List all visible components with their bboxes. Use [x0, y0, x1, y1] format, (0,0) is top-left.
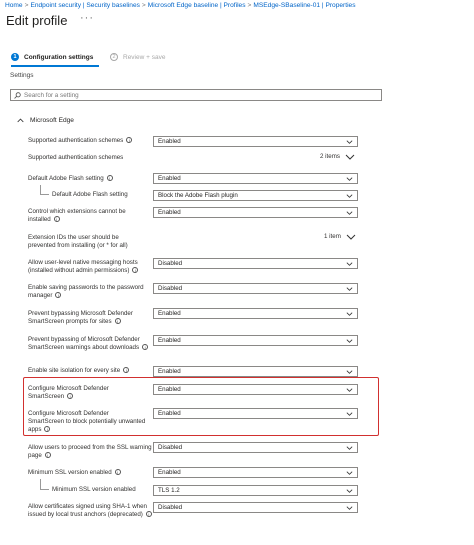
setting-dropdown[interactable]: Enabled: [153, 467, 358, 478]
chevron-down-icon: [346, 262, 353, 266]
setting-dropdown[interactable]: Enabled: [153, 366, 358, 377]
chevron-down-icon: [346, 211, 353, 215]
breadcrumb-separator: >: [24, 2, 29, 9]
chevron-down-icon: [346, 177, 353, 181]
items-expander[interactable]: 1 item: [324, 233, 356, 240]
setting-label: Prevent bypassing Microsoft Defender Sma…: [28, 310, 133, 325]
chevron-down-icon: [345, 154, 355, 160]
breadcrumb-edge-baseline-profiles[interactable]: Microsoft Edge baseline | Profiles: [148, 2, 246, 9]
info-icon[interactable]: i: [44, 452, 51, 459]
setting-dropdown[interactable]: Disabled: [153, 442, 358, 453]
setting-label: Minimum SSL version enabled i: [28, 469, 152, 477]
step-configuration-settings[interactable]: 1 Configuration settings: [11, 53, 93, 61]
chevron-down-icon: [346, 140, 353, 144]
setting-label: Control which extensions cannot be insta…: [28, 208, 126, 223]
step-review-save[interactable]: 2 Review + save: [110, 53, 165, 61]
search-icon: [14, 91, 21, 99]
setting-label: Supported authentication schemes: [28, 154, 124, 161]
setting-label: Prevent bypassing of Microsoft Defender …: [28, 336, 150, 352]
breadcrumb-security-baselines[interactable]: Endpoint security | Security baselines: [30, 2, 139, 9]
more-options-button[interactable]: ···: [80, 12, 94, 24]
setting-dropdown[interactable]: Enabled: [153, 384, 358, 395]
setting-label: Enable saving passwords to the password …: [28, 284, 144, 299]
section-title: Microsoft Edge: [30, 117, 74, 124]
chevron-down-icon: [346, 388, 353, 392]
setting-label: Default Adobe Flash setting: [52, 191, 128, 198]
step-number: 2: [110, 53, 118, 61]
setting-label: Configure Microsoft Defender SmartScreen…: [28, 410, 146, 433]
setting-dropdown[interactable]: Enabled: [153, 136, 358, 147]
info-icon[interactable]: i: [145, 511, 152, 518]
setting-label: Configure Microsoft Defender SmartScreen…: [28, 385, 109, 400]
info-icon[interactable]: i: [142, 344, 149, 351]
chevron-down-icon: [346, 506, 353, 510]
setting-dropdown[interactable]: Enabled: [153, 408, 358, 419]
child-connector: [40, 479, 49, 490]
child-connector: [40, 185, 49, 195]
breadcrumb-separator: >: [247, 2, 252, 9]
setting-dropdown[interactable]: Disabled: [153, 258, 358, 269]
info-icon[interactable]: i: [53, 216, 60, 223]
breadcrumb: Home > Endpoint security | Security baseli…: [5, 2, 356, 9]
chevron-down-icon: [346, 312, 353, 316]
breadcrumb-home[interactable]: Home: [5, 2, 23, 9]
items-expander[interactable]: 2 items: [320, 153, 355, 160]
setting-label: Allow users to proceed from the SSL warn…: [28, 444, 152, 459]
chevron-down-icon: [346, 234, 356, 240]
setting-dropdown[interactable]: Disabled: [153, 283, 358, 294]
info-icon[interactable]: i: [132, 267, 139, 274]
page-title: Edit profile: [6, 13, 68, 28]
setting-dropdown[interactable]: Block the Adobe Flash plugin: [153, 190, 358, 201]
info-icon[interactable]: i: [123, 367, 130, 374]
chevron-down-icon: [346, 471, 353, 475]
setting-label: Enable site isolation for every site i: [28, 367, 152, 375]
step-number: 1: [11, 53, 19, 61]
setting-label: Extension IDs the user should be prevent…: [28, 234, 128, 249]
info-icon[interactable]: i: [114, 469, 121, 476]
setting-label: Supported authentication schemes i: [28, 137, 148, 145]
info-icon[interactable]: i: [114, 318, 121, 325]
info-icon[interactable]: i: [44, 426, 51, 433]
setting-label: Allow user-level native messaging hosts …: [28, 259, 139, 274]
setting-label: Default Adobe Flash setting i: [28, 175, 148, 183]
chevron-down-icon: [346, 370, 353, 374]
step-label: Configuration settings: [24, 53, 94, 61]
chevron-down-icon: [346, 489, 353, 493]
breadcrumb-separator: >: [141, 2, 146, 9]
info-icon[interactable]: i: [106, 175, 113, 182]
info-icon[interactable]: i: [55, 292, 62, 299]
step-label: Review + save: [123, 53, 166, 61]
chevron-down-icon: [346, 446, 353, 450]
active-step-indicator: [11, 65, 99, 67]
search-input[interactable]: Search for a setting: [10, 89, 382, 101]
chevron-up-icon: [17, 118, 24, 123]
chevron-down-icon: [346, 194, 353, 198]
setting-dropdown[interactable]: Enabled: [153, 173, 358, 184]
setting-dropdown[interactable]: Disabled: [153, 502, 358, 513]
setting-dropdown[interactable]: Enabled: [153, 207, 358, 218]
setting-dropdown[interactable]: TLS 1.2: [153, 485, 358, 496]
search-placeholder: Search for a setting: [24, 91, 79, 99]
setting-label: Minimum SSL version enabled: [52, 486, 136, 493]
settings-heading: Settings: [10, 72, 34, 79]
chevron-down-icon: [346, 412, 353, 416]
setting-label: Allow certificates signed using SHA-1 wh…: [28, 503, 152, 519]
info-icon[interactable]: i: [67, 393, 74, 400]
section-microsoft-edge[interactable]: Microsoft Edge: [17, 117, 74, 124]
chevron-down-icon: [346, 287, 353, 291]
info-icon[interactable]: i: [126, 137, 133, 144]
setting-dropdown[interactable]: Enabled: [153, 308, 358, 319]
breadcrumb-profile-properties[interactable]: MSEdge-SBaseline-01 | Properties: [253, 2, 355, 9]
setting-dropdown[interactable]: Enabled: [153, 335, 358, 346]
chevron-down-icon: [346, 339, 353, 343]
